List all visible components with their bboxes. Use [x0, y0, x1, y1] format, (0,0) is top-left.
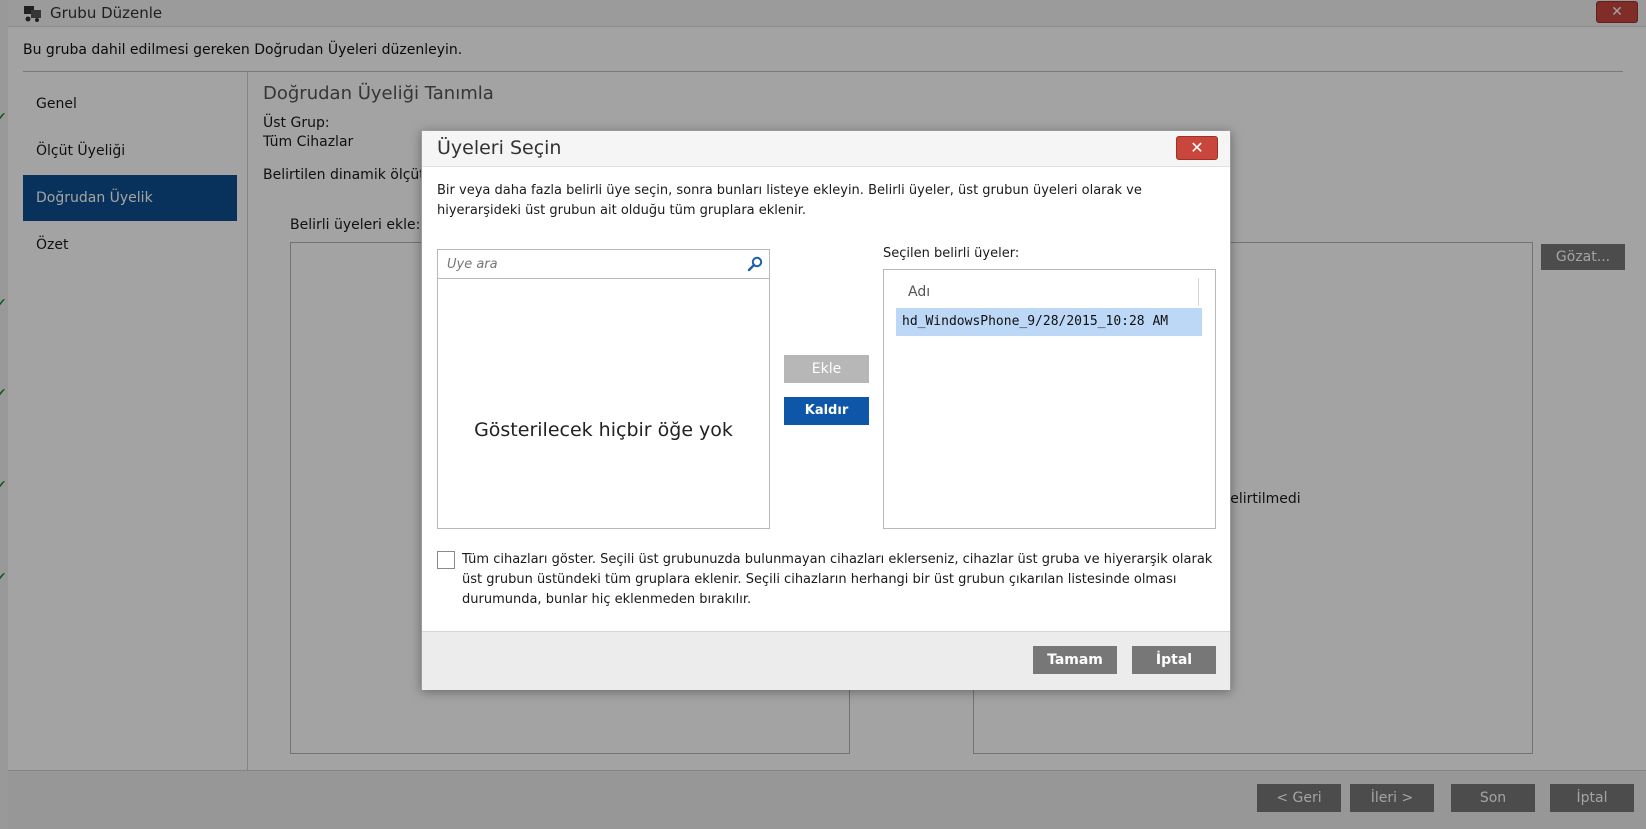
dialog-title: Üyeleri Seçin [437, 137, 562, 159]
list-item[interactable]: hd_WindowsPhone_9/28/2015_10:28 AM [896, 308, 1202, 336]
selected-members-list[interactable]: Adı hd_WindowsPhone_9/28/2015_10:28 AM [883, 269, 1216, 529]
dialog-footer: Tamam İptal [422, 631, 1230, 690]
member-search-box [437, 249, 770, 279]
member-search-input[interactable] [438, 250, 738, 278]
dialog-description: Bir veya daha fazla belirli üye seçin, s… [437, 183, 1142, 218]
selected-members-label: Seçilen belirli üyeler: [883, 246, 1020, 261]
dialog-cancel-button[interactable]: İptal [1132, 646, 1216, 674]
available-members-list[interactable]: Gösterilecek hiçbir öğe yok [437, 279, 770, 529]
dialog-header: Üyeleri Seçin ✕ [422, 131, 1230, 167]
show-all-devices-label[interactable]: Tüm cihazları göster. Seçili üst grubunu… [462, 550, 1222, 610]
remove-button[interactable]: Kaldır [784, 397, 869, 425]
show-all-devices-checkbox[interactable] [437, 551, 455, 569]
dialog-close-button[interactable]: ✕ [1176, 136, 1218, 160]
select-members-dialog: Üyeleri Seçin ✕ Bir veya daha fazla beli… [421, 130, 1231, 690]
add-button[interactable]: Ekle [784, 355, 869, 383]
empty-list-message: Gösterilecek hiçbir öğe yok [474, 419, 733, 441]
ok-button[interactable]: Tamam [1033, 646, 1117, 674]
search-icon[interactable] [747, 256, 763, 272]
column-header-name[interactable]: Adı [896, 278, 1199, 306]
